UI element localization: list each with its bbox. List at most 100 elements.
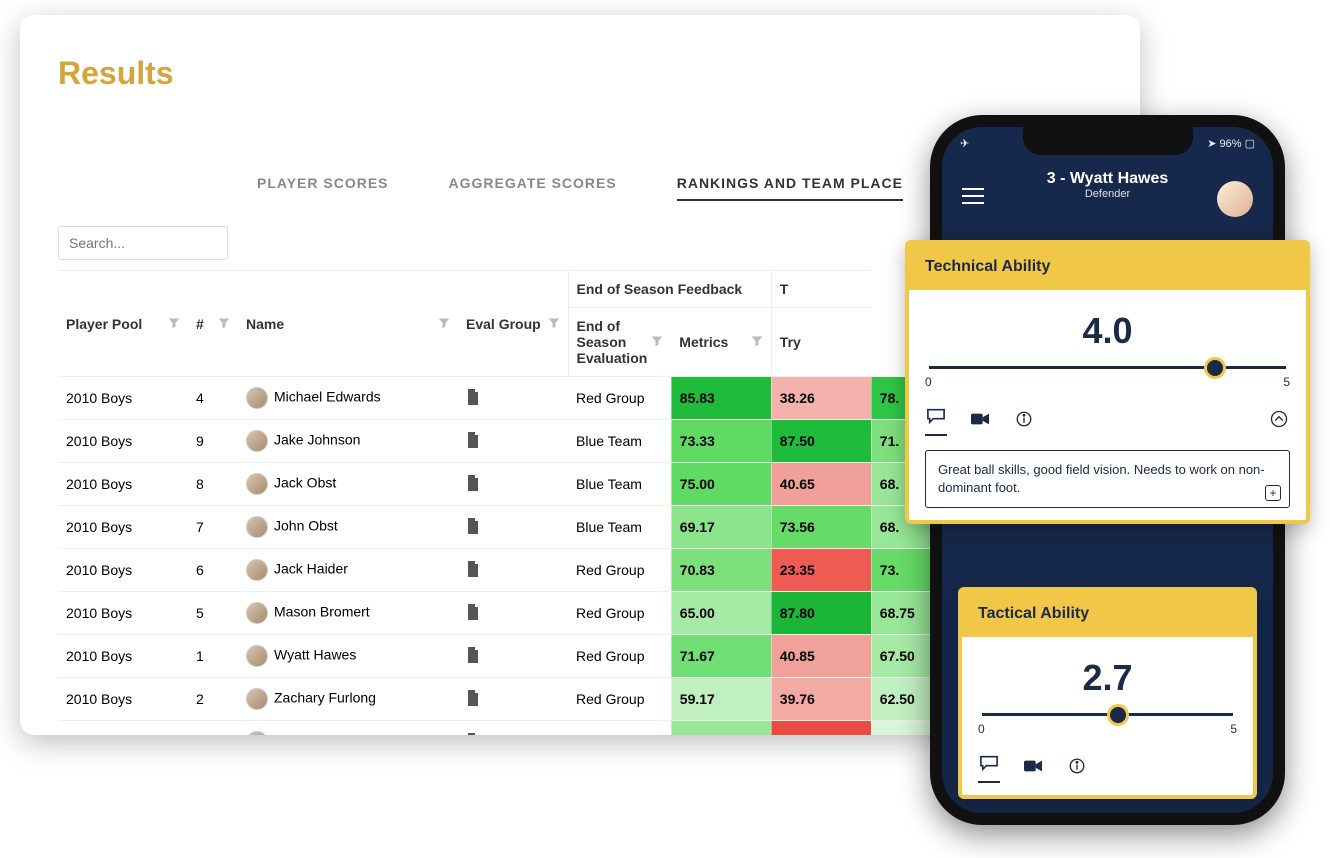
- cell-eval-group: Blue Team: [568, 420, 671, 463]
- slider-min: 0: [925, 375, 932, 389]
- tactical-score: 2.7: [978, 657, 1237, 699]
- tab-player-scores[interactable]: PLAYER SCORES: [257, 167, 389, 201]
- cell-name: John Obst: [238, 506, 458, 549]
- cell-eval-group: Blue Team: [568, 506, 671, 549]
- cell-name: Jack Obst: [238, 463, 458, 506]
- cell-name: Jordan Ferraro: [238, 721, 458, 736]
- page-title: Results: [58, 55, 1102, 92]
- card-title: Technical Ability: [909, 244, 1306, 290]
- cell-metrics: 73.56: [771, 506, 871, 549]
- cell-num: 3: [188, 721, 238, 736]
- document-icon[interactable]: [458, 678, 568, 721]
- avatar: [246, 430, 268, 452]
- cell-eos: 73.33: [671, 420, 771, 463]
- cell-eval-group: Red Group: [568, 549, 671, 592]
- cell-eval-group: Red Group: [568, 635, 671, 678]
- document-icon[interactable]: [458, 549, 568, 592]
- location-icon: ➤: [1207, 138, 1219, 150]
- cell-eval-group: Red Group: [568, 721, 671, 736]
- cell-pool: 2010 Boys: [58, 635, 188, 678]
- slider-thumb[interactable]: [1204, 357, 1226, 379]
- avatar: [246, 516, 268, 538]
- collapse-icon[interactable]: [1268, 410, 1290, 433]
- col-tryout: Try: [780, 334, 801, 350]
- cell-eos: 65.00: [671, 592, 771, 635]
- filter-icon[interactable]: [548, 316, 560, 332]
- document-icon[interactable]: [458, 592, 568, 635]
- avatar: [246, 602, 268, 624]
- slider-min: 0: [978, 722, 985, 736]
- tactical-card: Tactical Ability 2.7 0 5: [958, 587, 1257, 799]
- filter-icon[interactable]: [438, 316, 450, 332]
- status-battery: 96%: [1220, 138, 1242, 150]
- cell-eos: 75.00: [671, 463, 771, 506]
- tab-rankings[interactable]: RANKINGS AND TEAM PLACE: [677, 167, 903, 201]
- cell-pool: 2010 Boys: [58, 463, 188, 506]
- avatar: [246, 731, 268, 735]
- cell-eos: 67.50: [671, 721, 771, 736]
- technical-card: Technical Ability 4.0 05 Great ball skil…: [905, 240, 1310, 524]
- filter-icon[interactable]: [751, 334, 763, 350]
- tactical-slider[interactable]: [982, 713, 1233, 716]
- slider-max: 5: [1230, 722, 1237, 736]
- cell-name: Jack Haider: [238, 549, 458, 592]
- technical-score: 4.0: [925, 310, 1290, 352]
- document-icon[interactable]: [458, 635, 568, 678]
- add-note-icon[interactable]: +: [1265, 485, 1281, 501]
- cell-name: Michael Edwards: [238, 377, 458, 420]
- info-icon[interactable]: [1066, 757, 1088, 780]
- video-icon[interactable]: [969, 410, 991, 433]
- cell-metrics: 87.80: [771, 592, 871, 635]
- col-group-tryout: T: [771, 271, 871, 308]
- comment-icon[interactable]: [978, 754, 1000, 783]
- filter-icon[interactable]: [218, 316, 230, 332]
- note-text: Great ball skills, good field vision. Ne…: [938, 462, 1265, 495]
- note-box[interactable]: Great ball skills, good field vision. Ne…: [925, 450, 1290, 508]
- phone-notch: [1023, 127, 1193, 155]
- col-eval-group: Eval Group: [466, 316, 541, 332]
- cell-pool: 2010 Boys: [58, 420, 188, 463]
- tab-aggregate-scores[interactable]: AGGREGATE SCORES: [449, 167, 617, 201]
- info-icon[interactable]: [1013, 410, 1035, 433]
- search-input[interactable]: [58, 226, 228, 260]
- cell-pool: 2010 Boys: [58, 377, 188, 420]
- cell-eos: 69.17: [671, 506, 771, 549]
- document-icon[interactable]: [458, 721, 568, 736]
- cell-eos: 59.17: [671, 678, 771, 721]
- cell-eos: 70.83: [671, 549, 771, 592]
- cell-num: 9: [188, 420, 238, 463]
- filter-icon[interactable]: [651, 334, 663, 350]
- filter-icon[interactable]: [168, 316, 180, 332]
- cell-name: Jake Johnson: [238, 420, 458, 463]
- avatar: [246, 645, 268, 667]
- document-icon[interactable]: [458, 463, 568, 506]
- comment-icon[interactable]: [925, 407, 947, 436]
- technical-slider[interactable]: [929, 366, 1286, 369]
- cell-eval-group: Blue Team: [568, 463, 671, 506]
- cell-metrics: 20.65: [771, 721, 871, 736]
- cell-num: 1: [188, 635, 238, 678]
- avatar[interactable]: [1217, 181, 1253, 217]
- cell-num: 7: [188, 506, 238, 549]
- cell-metrics: 38.26: [771, 377, 871, 420]
- menu-icon[interactable]: [962, 187, 984, 210]
- cell-name: Mason Bromert: [238, 592, 458, 635]
- cell-eos: 71.67: [671, 635, 771, 678]
- cell-num: 5: [188, 592, 238, 635]
- col-number: #: [196, 316, 204, 332]
- card-title: Tactical Ability: [962, 591, 1253, 637]
- col-player-pool: Player Pool: [66, 316, 142, 332]
- document-icon[interactable]: [458, 420, 568, 463]
- col-eos: End of Season Evaluation: [577, 318, 648, 366]
- cell-num: 2: [188, 678, 238, 721]
- slider-thumb[interactable]: [1107, 704, 1129, 726]
- cell-pool: 2010 Boys: [58, 721, 188, 736]
- cell-eval-group: Red Group: [568, 377, 671, 420]
- cell-num: 8: [188, 463, 238, 506]
- document-icon[interactable]: [458, 377, 568, 420]
- cell-pool: 2010 Boys: [58, 549, 188, 592]
- document-icon[interactable]: [458, 506, 568, 549]
- video-icon[interactable]: [1022, 757, 1044, 780]
- cell-eval-group: Red Group: [568, 592, 671, 635]
- col-name: Name: [246, 316, 284, 332]
